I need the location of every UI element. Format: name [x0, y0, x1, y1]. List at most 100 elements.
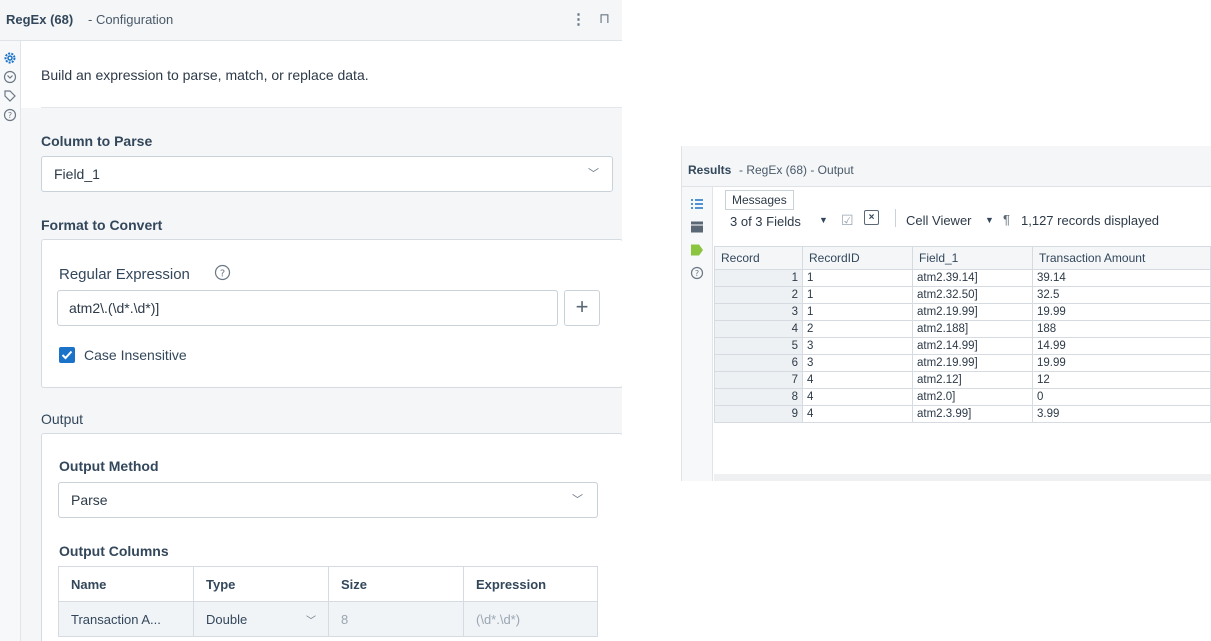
records-count: 1,127 records displayed	[1021, 213, 1160, 228]
column-header[interactable]: Field_1	[912, 246, 1033, 270]
transaction-amount-cell[interactable]: 19.99	[1032, 303, 1211, 321]
record-cell[interactable]: 4	[714, 320, 803, 338]
field-1-cell[interactable]: atm2.3.99]	[912, 405, 1033, 423]
regex-input[interactable]: atm2\.(\d*.\d*)]	[57, 290, 558, 326]
record-cell[interactable]: 8	[714, 388, 803, 406]
field-1-cell[interactable]: atm2.14.99]	[912, 337, 1033, 355]
regular-expression-label: Regular Expression	[59, 266, 190, 283]
configuration-panel: RegEx (68) - Configuration ⋮ ⊓ ? Build a…	[0, 0, 622, 641]
record-cell[interactable]: 7	[714, 371, 803, 389]
record-cell[interactable]: 9	[714, 405, 803, 423]
field-1-cell[interactable]: atm2.39.14]	[912, 269, 1033, 287]
table-row: 3 1 atm2.19.99] 19.99	[714, 303, 1211, 321]
column-to-parse-select[interactable]: Field_1 ﹀	[41, 156, 613, 192]
record-cell[interactable]: 5	[714, 337, 803, 355]
table-header-row: Name Type Size Expression	[58, 566, 598, 602]
transaction-amount-cell[interactable]: 39.14	[1032, 269, 1211, 287]
results-panel: Results - RegEx (68) - Output ? 3 of 3 F…	[681, 146, 1211, 481]
toolbar-divider	[895, 209, 896, 227]
output-method-select[interactable]: Parse ﹀	[58, 482, 598, 518]
regex-card: Regular Expression ? atm2\.(\d*.\d*)] + …	[41, 239, 622, 388]
results-grid: Record RecordID Field_1 Transaction Amou…	[714, 246, 1211, 423]
table-row: 9 4 atm2.3.99] 3.99	[714, 405, 1211, 423]
output-type-cell[interactable]: Double ﹀	[193, 601, 329, 637]
recordid-cell[interactable]: 3	[802, 337, 913, 355]
recordid-cell[interactable]: 2	[802, 320, 913, 338]
table-row: 4 2 atm2.188] 188	[714, 320, 1211, 338]
help-icon[interactable]: ?	[214, 264, 231, 281]
record-cell[interactable]: 2	[714, 286, 803, 304]
recordid-cell[interactable]: 1	[802, 269, 913, 287]
table-row: 6 3 atm2.19.99] 19.99	[714, 354, 1211, 372]
table-row: Transaction A... Double ﹀ 8 (\d*.\d*)	[58, 601, 598, 637]
navigate-icon[interactable]	[3, 70, 17, 84]
output-name-cell[interactable]: Transaction A...	[58, 601, 194, 637]
transaction-amount-cell[interactable]: 12	[1032, 371, 1211, 389]
caret-down-icon[interactable]: ▼	[985, 215, 994, 225]
recordid-cell[interactable]: 4	[802, 405, 913, 423]
recordid-cell[interactable]: 3	[802, 354, 913, 372]
field-1-cell[interactable]: atm2.188]	[912, 320, 1033, 338]
column-header[interactable]: RecordID	[802, 246, 913, 270]
column-header: Expression	[463, 566, 598, 602]
chevron-down-icon: ﹀	[572, 494, 583, 506]
record-cell[interactable]: 3	[714, 303, 803, 321]
column-header: Name	[58, 566, 194, 602]
configuration-header: RegEx (68) - Configuration ⋮ ⊓	[0, 0, 622, 41]
column-header[interactable]: Transaction Amount	[1032, 246, 1211, 270]
transaction-amount-cell[interactable]: 14.99	[1032, 337, 1211, 355]
gear-icon[interactable]	[3, 51, 17, 65]
tag-icon[interactable]	[3, 89, 17, 103]
recordid-cell[interactable]: 4	[802, 388, 913, 406]
add-token-button[interactable]: +	[564, 290, 600, 326]
check-icon[interactable]: ☑	[841, 212, 854, 229]
transaction-amount-cell[interactable]: 32.5	[1032, 286, 1211, 304]
field-1-cell[interactable]: atm2.0]	[912, 388, 1033, 406]
pilcrow-icon[interactable]: ¶	[1003, 212, 1010, 227]
svg-text:?: ?	[695, 269, 699, 278]
table-icon[interactable]	[690, 220, 704, 234]
output-expression-cell: (\d*.\d*)	[463, 601, 598, 637]
messages-icon[interactable]	[690, 243, 704, 257]
chevron-down-icon: ﹀	[306, 615, 316, 627]
cell-viewer-button[interactable]: Cell Viewer	[906, 213, 972, 228]
recordid-cell[interactable]: 1	[802, 303, 913, 321]
record-cell[interactable]: 6	[714, 354, 803, 372]
tool-title: RegEx (68)	[6, 12, 74, 27]
case-insensitive-checkbox[interactable]	[59, 347, 75, 363]
messages-tooltip: Messages	[725, 190, 794, 210]
grid-body: 1 1 atm2.39.14] 39.14 2 1 atm2.32.50] 32.5 3 1 atm…	[714, 269, 1211, 423]
column-header: Size	[328, 566, 464, 602]
transaction-amount-cell[interactable]: 0	[1032, 388, 1211, 406]
field-1-cell[interactable]: atm2.19.99]	[912, 303, 1033, 321]
table-row: 8 4 atm2.0] 0	[714, 388, 1211, 406]
record-cell[interactable]: 1	[714, 269, 803, 287]
results-title: Results	[688, 163, 732, 177]
recordid-cell[interactable]: 4	[802, 371, 913, 389]
recordid-cell[interactable]: 1	[802, 286, 913, 304]
field-1-cell[interactable]: atm2.12]	[912, 371, 1033, 389]
output-size-cell[interactable]: 8	[328, 601, 464, 637]
more-options-icon[interactable]: ⋮	[571, 10, 586, 28]
help-icon[interactable]: ?	[3, 108, 17, 122]
results-subtitle: - RegEx (68) - Output	[739, 163, 854, 177]
horizontal-scrollbar[interactable]	[714, 474, 1211, 481]
svg-text:?: ?	[220, 269, 225, 280]
transaction-amount-cell[interactable]: 19.99	[1032, 354, 1211, 372]
table-row: 1 1 atm2.39.14] 39.14	[714, 269, 1211, 287]
transaction-amount-cell[interactable]: 188	[1032, 320, 1211, 338]
intro-text: Build an expression to parse, match, or …	[41, 67, 369, 83]
fields-selector[interactable]: 3 of 3 Fields	[730, 214, 801, 229]
transaction-amount-cell[interactable]: 3.99	[1032, 405, 1211, 423]
column-header[interactable]: Record	[714, 246, 803, 270]
list-icon[interactable]	[690, 197, 704, 211]
caret-down-icon[interactable]: ▼	[819, 215, 828, 225]
table-row: 2 1 atm2.32.50] 32.5	[714, 286, 1211, 304]
pin-icon[interactable]: ⊓	[599, 10, 610, 27]
close-icon[interactable]: ×	[864, 210, 879, 225]
field-1-cell[interactable]: atm2.19.99]	[912, 354, 1033, 372]
grid-header-row: Record RecordID Field_1 Transaction Amou…	[714, 246, 1211, 270]
field-1-cell[interactable]: atm2.32.50]	[912, 286, 1033, 304]
help-icon[interactable]: ?	[690, 266, 704, 280]
output-label: Output	[41, 411, 84, 427]
